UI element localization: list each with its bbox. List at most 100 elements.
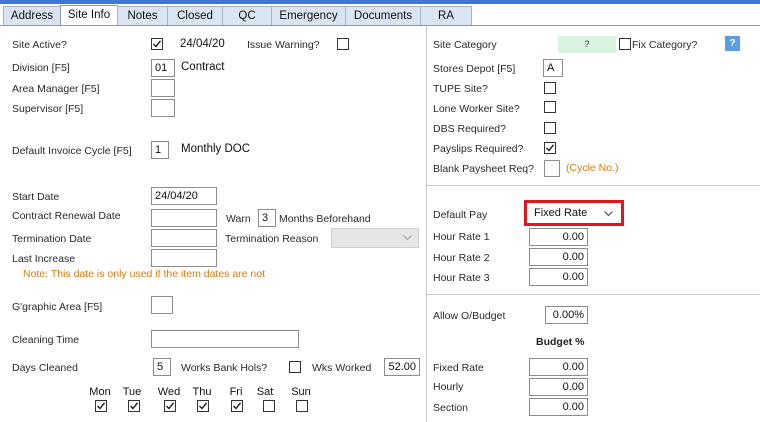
hourly-label: Hourly [433, 381, 464, 393]
tab-site-info[interactable]: Site Info [60, 5, 118, 26]
day-checkbox-thu[interactable] [197, 400, 209, 412]
days-cleaned-label: Days Cleaned [12, 362, 78, 374]
day-checkbox-tue[interactable] [128, 400, 140, 412]
allow-budget-field[interactable]: 0.00% [545, 306, 588, 324]
default-pay-label: Default Pay [433, 209, 488, 221]
days-cleaned-field[interactable]: 5 [153, 358, 171, 376]
graphic-area-field[interactable] [151, 296, 173, 314]
day-label-sun: Sun [291, 386, 311, 398]
termination-reason-select[interactable] [331, 228, 419, 248]
hour-rate-1-field[interactable]: 0.00 [529, 228, 588, 246]
day-label-mon: Mon [89, 386, 111, 398]
site-active-label: Site Active? [12, 39, 67, 51]
chevron-down-icon [403, 235, 412, 241]
allow-budget-label: Allow O/Budget [433, 310, 506, 322]
fix-category-label: Fix Category? [632, 39, 698, 51]
division-code-field[interactable]: 01 [151, 59, 175, 77]
section-budget-field[interactable]: 0.00 [529, 398, 588, 416]
months-beforehand-label: Months Beforehand [279, 213, 371, 225]
section-label: Section [433, 402, 469, 414]
tupe-site-label: TUPE Site? [433, 83, 488, 95]
division-label: Division [F5] [12, 62, 70, 74]
last-increase-note: Note: This date is only used if the item… [23, 268, 266, 280]
division-name: Contract [181, 61, 225, 73]
cleaning-time-label: Cleaning Time [12, 334, 80, 346]
tab-closed[interactable]: Closed [167, 6, 223, 25]
fix-category-checkbox[interactable] [619, 38, 631, 50]
warn-months-field[interactable]: 3 [258, 209, 276, 227]
hour-rate-3-label: Hour Rate 3 [433, 272, 490, 284]
tab-notes[interactable]: Notes [117, 6, 168, 25]
invoice-cycle-code-field[interactable]: 1 [151, 141, 169, 159]
hour-rate-2-field[interactable]: 0.00 [529, 248, 588, 266]
contract-renewal-label: Contract Renewal Date [12, 210, 121, 222]
contract-renewal-field[interactable] [151, 209, 217, 227]
dbs-required-checkbox[interactable] [544, 122, 556, 134]
termination-date-label: Termination Date [12, 233, 92, 245]
works-bank-hols-label: Works Bank Hols? [181, 362, 268, 374]
termination-reason-label: Termination Reason [225, 233, 319, 245]
last-increase-field[interactable] [151, 249, 217, 267]
cycle-no-label: (Cycle No.) [566, 162, 619, 174]
stores-depot-field[interactable]: A [543, 59, 563, 77]
supervisor-label: Supervisor [F5] [12, 103, 84, 115]
blank-paysheet-field[interactable] [544, 160, 560, 177]
graphic-area-label: G'graphic Area [F5] [12, 301, 103, 313]
help-icon[interactable]: ? [725, 36, 740, 51]
tab-qc[interactable]: QC [222, 6, 272, 25]
day-checkbox-fri[interactable] [231, 400, 243, 412]
lone-worker-label: Lone Worker Site? [433, 103, 520, 115]
title-accent-line [0, 0, 760, 4]
panel-divider-vertical [426, 26, 427, 422]
day-label-tue: Tue [122, 386, 142, 398]
day-checkbox-sun[interactable] [296, 400, 308, 412]
start-date-field[interactable]: 24/04/20 [151, 187, 217, 205]
payslips-required-label: Payslips Required? [433, 143, 524, 155]
day-label-fri: Fri [229, 386, 243, 398]
invoice-cycle-name: Monthly DOC [181, 143, 251, 155]
tab-underline [0, 25, 760, 26]
tab-ra[interactable]: RA [420, 6, 472, 25]
panel-divider-budget [426, 294, 760, 295]
tab-bar: Address Site Info Notes Closed QC Emerge… [0, 0, 760, 26]
chevron-down-icon [604, 211, 613, 217]
site-active-date: 24/04/20 [180, 38, 225, 50]
hour-rate-3-field[interactable]: 0.00 [529, 268, 588, 286]
fixed-rate-budget-field[interactable]: 0.00 [529, 358, 588, 376]
default-pay-select[interactable]: Fixed Rate [524, 200, 624, 226]
invoice-cycle-label: Default Invoice Cycle [F5] [12, 145, 132, 157]
works-bank-hols-checkbox[interactable] [289, 361, 301, 373]
dbs-required-label: DBS Required? [433, 123, 506, 135]
budget-pct-heading: Budget % [536, 336, 585, 348]
cleaning-time-field[interactable] [151, 330, 299, 348]
payslips-required-checkbox[interactable] [544, 142, 556, 154]
supervisor-field[interactable] [151, 99, 175, 117]
issue-warning-checkbox[interactable] [337, 38, 349, 50]
stores-depot-label: Stores Depot [F5] [433, 63, 516, 75]
blank-paysheet-label: Blank Paysheet Req? [433, 163, 534, 175]
wks-worked-field[interactable]: 52.00 [384, 358, 420, 376]
day-label-thu: Thu [192, 386, 212, 398]
start-date-label: Start Date [12, 191, 60, 203]
tab-address[interactable]: Address [3, 6, 61, 25]
panel-divider-pay [426, 185, 760, 186]
area-manager-field[interactable] [151, 79, 175, 97]
day-checkbox-sat[interactable] [263, 400, 275, 412]
site-category-label: Site Category [433, 39, 497, 51]
lone-worker-checkbox[interactable] [544, 101, 556, 113]
hour-rate-2-label: Hour Rate 2 [433, 252, 490, 264]
area-manager-label: Area Manager [F5] [12, 83, 100, 95]
site-category-field[interactable]: ? [558, 36, 616, 53]
wks-worked-label: Wks Worked [312, 362, 372, 374]
day-label-wed: Wed [157, 386, 181, 398]
hour-rate-1-label: Hour Rate 1 [433, 231, 490, 243]
day-checkbox-wed[interactable] [164, 400, 176, 412]
warn-label: Warn [226, 213, 251, 225]
tab-emergency[interactable]: Emergency [271, 6, 346, 25]
hourly-budget-field[interactable]: 0.00 [529, 378, 588, 396]
tupe-site-checkbox[interactable] [544, 82, 556, 94]
day-checkbox-mon[interactable] [95, 400, 107, 412]
tab-documents[interactable]: Documents [345, 6, 421, 25]
termination-date-field[interactable] [151, 229, 217, 247]
site-active-checkbox[interactable] [151, 38, 163, 50]
